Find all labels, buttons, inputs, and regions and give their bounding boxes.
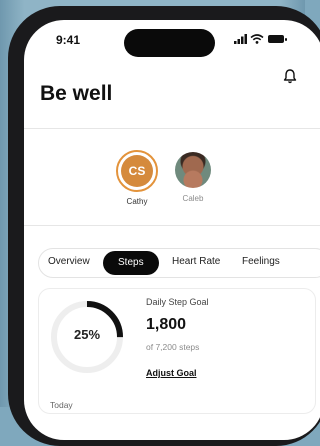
- tab-bar: Overview Steps Heart Rate Feelings: [38, 248, 320, 278]
- goal-value: 1,800: [146, 316, 187, 333]
- tab-feelings[interactable]: Feelings: [242, 256, 280, 267]
- progress-ring: 25%: [47, 297, 127, 377]
- person-cathy[interactable]: CS Cathy: [112, 150, 162, 206]
- tab-heart-rate[interactable]: Heart Rate: [172, 256, 220, 267]
- tab-steps[interactable]: Steps: [103, 251, 159, 275]
- person-name: Caleb: [182, 194, 204, 203]
- progress-percent: 25%: [73, 327, 101, 342]
- dynamic-island: [124, 29, 215, 57]
- goal-subtext: of 7,200 steps: [146, 342, 200, 352]
- steps-card: 25% Daily Step Goal 1,800 of 7,200 steps…: [38, 288, 316, 414]
- avatar-ring: CS: [116, 150, 158, 192]
- wifi-icon: [250, 34, 264, 44]
- signal-icon: [234, 34, 247, 44]
- bell-icon[interactable]: [283, 68, 297, 84]
- person-name: Cathy: [126, 197, 148, 206]
- goal-label: Daily Step Goal: [146, 297, 209, 307]
- page-title: Be well: [40, 82, 113, 105]
- header-divider: [24, 128, 320, 129]
- status-time: 9:41: [56, 33, 81, 47]
- status-bar: 9:41: [24, 20, 320, 60]
- avatar-cathy: CS: [121, 155, 153, 187]
- phone-frame: 9:41 Be well CS Cathy Caleb Overview Ste…: [8, 6, 320, 446]
- app-screen: 9:41 Be well CS Cathy Caleb Overview Ste…: [24, 20, 320, 440]
- section-today-label: Today: [50, 400, 73, 410]
- adjust-goal-link[interactable]: Adjust Goal: [146, 368, 197, 378]
- battery-icon: [268, 35, 287, 43]
- person-caleb[interactable]: Caleb: [168, 150, 218, 203]
- people-divider: [24, 225, 320, 226]
- tab-overview[interactable]: Overview: [48, 256, 90, 267]
- avatar-caleb: [175, 152, 211, 188]
